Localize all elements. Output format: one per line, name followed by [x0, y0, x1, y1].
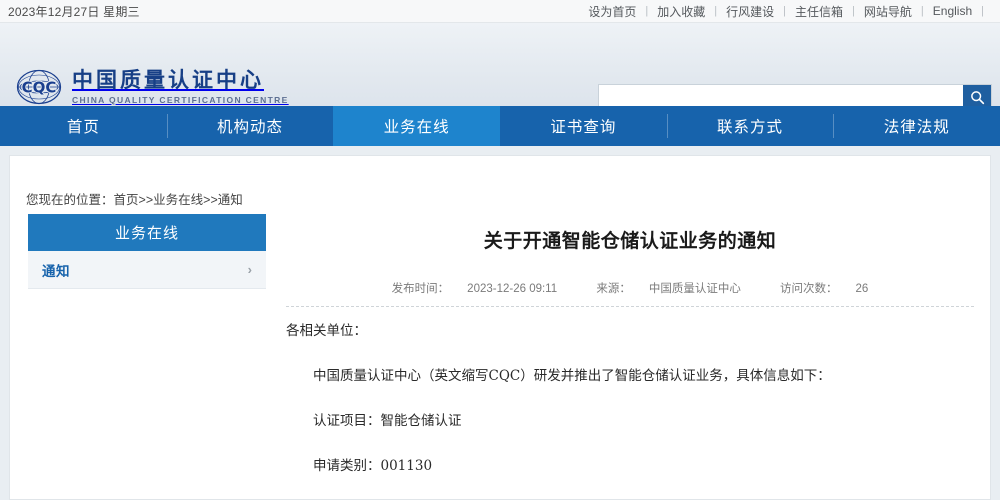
top-link-english[interactable]: English	[924, 4, 981, 18]
top-links: 设为首页 | 加入收藏 | 行风建设 | 主任信箱 | 网站导航 | Engli…	[579, 3, 984, 20]
sidebar-title: 业务在线	[28, 214, 266, 251]
top-link-separator: |	[981, 5, 984, 17]
article-paragraph: 申请类别：001130	[286, 456, 974, 477]
main-navigation: 首页 机构动态 业务在线 证书查询 联系方式 法律法规	[0, 106, 1000, 146]
view-count-label: 访问次数：	[780, 283, 838, 295]
article-meta: 发布时间： 2023-12-26 09:11 来源： 中国质量认证中心 访问次数： 2…	[286, 280, 974, 307]
article-paragraph: 中国质量认证中心（英文缩写CQC）研发并推出了智能仓储认证业务，具体信息如下：	[286, 366, 974, 387]
site-header: CQC 中国质量认证中心 CHINA QUALITY CERTIFICATION…	[0, 23, 1000, 106]
chevron-right-icon: ›	[248, 262, 252, 277]
breadcrumb-item-notice[interactable]: 通知	[218, 193, 243, 207]
sidebar: 业务在线 通知 ›	[28, 214, 266, 289]
breadcrumb-item-business-online[interactable]: 业务在线	[153, 193, 203, 207]
breadcrumb-divider: >>	[203, 193, 218, 207]
sidebar-item-notice[interactable]: 通知 ›	[28, 251, 266, 289]
top-link-site-map[interactable]: 网站导航	[855, 3, 921, 20]
breadcrumb-prefix: 您现在的位置：	[26, 193, 114, 207]
svg-text:CQC: CQC	[22, 79, 57, 97]
nav-item-certificate-query[interactable]: 证书查询	[500, 106, 667, 146]
article-body: 各相关单位： 中国质量认证中心（英文缩写CQC）研发并推出了智能仓储认证业务，具…	[286, 321, 974, 477]
view-count: 访问次数： 26	[771, 283, 877, 295]
view-count-value: 26	[856, 283, 869, 295]
breadcrumb-item-home[interactable]: 首页	[114, 193, 139, 207]
source-value: 中国质量认证中心	[649, 283, 741, 295]
article-paragraph: 认证项目：智能仓储认证	[286, 411, 974, 432]
top-link-conduct[interactable]: 行风建设	[717, 3, 783, 20]
top-link-set-homepage[interactable]: 设为首页	[579, 3, 645, 20]
nav-item-business-online[interactable]: 业务在线	[333, 106, 500, 146]
top-link-director-mailbox[interactable]: 主任信箱	[786, 3, 852, 20]
publish-time: 发布时间： 2023-12-26 09:11	[383, 283, 566, 295]
publish-time-value: 2023-12-26 09:11	[467, 283, 557, 295]
cqc-globe-logo-icon: CQC	[16, 67, 62, 107]
top-utility-bar: 2023年12月27日 星期三 设为首页 | 加入收藏 | 行风建设 | 主任信…	[0, 0, 1000, 23]
sidebar-item-label: 通知	[42, 260, 70, 280]
article-title: 关于开通智能仓储认证业务的通知	[286, 214, 974, 253]
breadcrumb-divider: >>	[139, 193, 154, 207]
logo-name-cn: 中国质量认证中心	[72, 69, 289, 91]
article: 关于开通智能仓储认证业务的通知 发布时间： 2023-12-26 09:11 来源…	[286, 214, 974, 500]
content-panel: 您现在的位置：首页>>业务在线>>通知 业务在线 通知 › 关于开通智能仓储认证…	[9, 155, 991, 500]
nav-item-laws[interactable]: 法律法规	[833, 106, 1000, 146]
logo-text-block: 中国质量认证中心 CHINA QUALITY CERTIFICATION CEN…	[72, 69, 289, 104]
top-link-add-favorite[interactable]: 加入收藏	[648, 3, 714, 20]
publish-time-label: 发布时间：	[392, 283, 450, 295]
nav-item-home[interactable]: 首页	[0, 106, 167, 146]
page-body: 您现在的位置：首页>>业务在线>>通知 业务在线 通知 › 关于开通智能仓储认证…	[0, 146, 1000, 500]
current-date: 2023年12月27日 星期三	[8, 3, 140, 20]
site-logo[interactable]: CQC 中国质量认证中心 CHINA QUALITY CERTIFICATION…	[16, 67, 289, 107]
article-paragraph: 各相关单位：	[286, 321, 974, 342]
logo-name-en: CHINA QUALITY CERTIFICATION CENTRE	[72, 95, 289, 105]
page-root: 2023年12月27日 星期三 设为首页 | 加入收藏 | 行风建设 | 主任信…	[0, 0, 1000, 500]
nav-item-news[interactable]: 机构动态	[167, 106, 334, 146]
search-icon	[970, 90, 985, 105]
nav-item-contact[interactable]: 联系方式	[667, 106, 834, 146]
source: 来源： 中国质量认证中心	[587, 283, 750, 295]
source-label: 来源：	[596, 283, 631, 295]
breadcrumb: 您现在的位置：首页>>业务在线>>通知	[26, 189, 243, 208]
